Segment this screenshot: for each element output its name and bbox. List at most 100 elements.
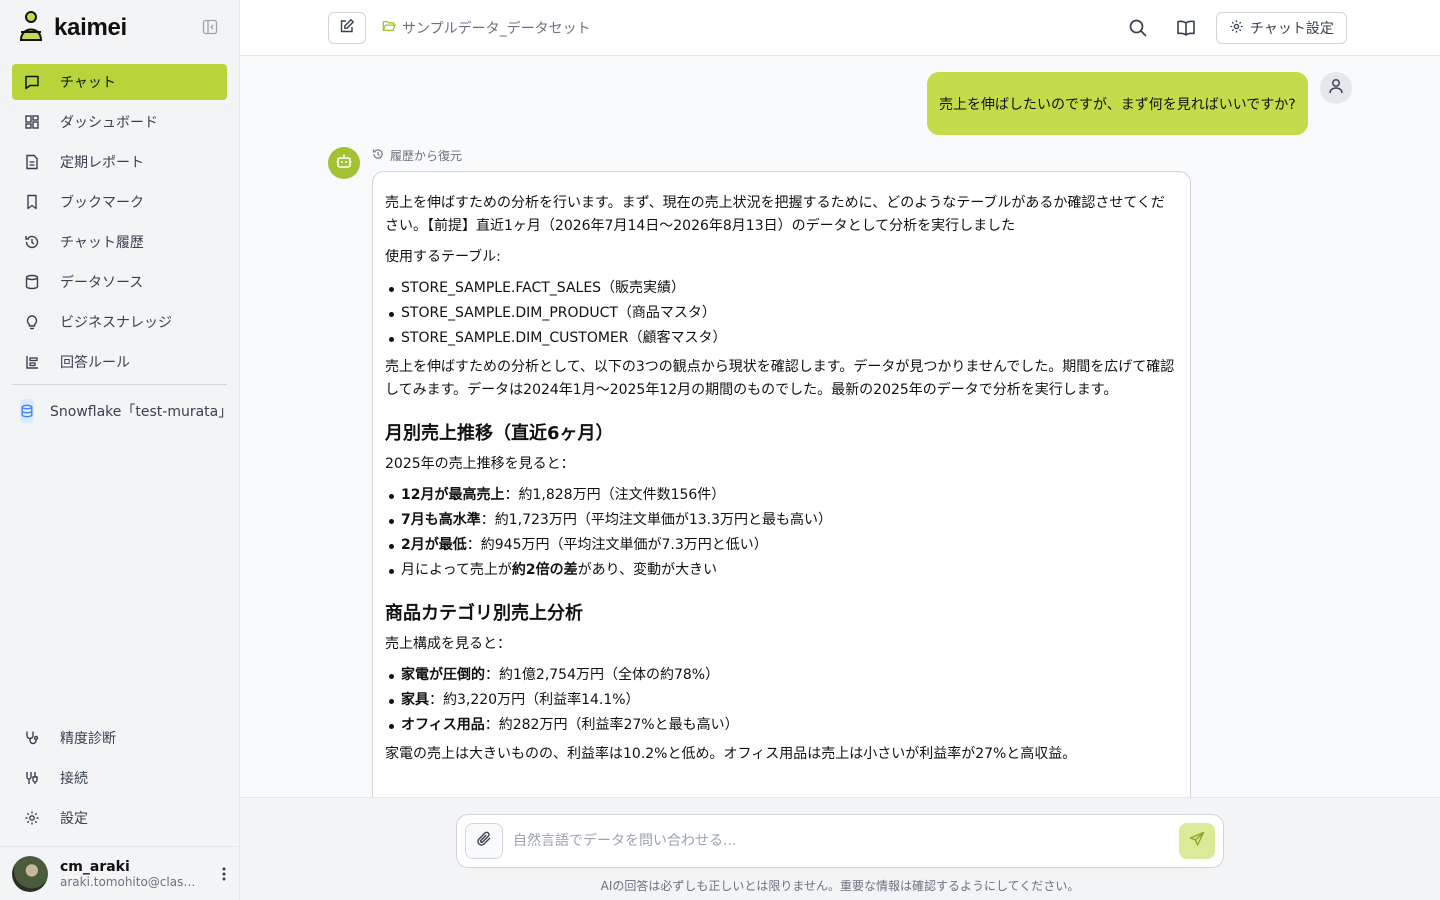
list-item-text: ：約1,828万円（注文件数156件） xyxy=(504,487,726,503)
lightbulb-icon xyxy=(24,314,40,330)
section-lead: 売上構成を見ると： xyxy=(385,636,511,652)
database-icon xyxy=(20,399,34,423)
chat-settings-button[interactable]: チャット設定 xyxy=(1216,12,1347,44)
avatar xyxy=(12,855,48,892)
emphasis: 約2倍の差 xyxy=(511,562,578,578)
list-item-text: ：約1億2,754万円（全体の約78%） xyxy=(485,667,720,683)
user-icon xyxy=(1327,77,1345,99)
datasource-label: Snowflake「test-murata」 xyxy=(50,404,227,420)
send-button[interactable] xyxy=(1179,823,1215,859)
user-profile[interactable]: cm_araki araki.tomohito@class... xyxy=(0,846,240,900)
gear-icon xyxy=(24,810,40,826)
attach-button[interactable] xyxy=(465,823,503,859)
sidebar-item-settings[interactable]: 設定 xyxy=(12,800,227,836)
edit-icon xyxy=(339,18,355,38)
section-heading: 商品カテゴリ別売上分析 xyxy=(385,603,583,624)
emphasis: 7月も高水準 xyxy=(401,512,481,528)
emphasis: 2月が最低 xyxy=(401,537,467,553)
sidebar-item-bookmark[interactable]: ブックマーク xyxy=(12,184,227,220)
sidebar-item-rules[interactable]: 回答ルール xyxy=(12,344,227,380)
sidebar-item-datasource[interactable]: データソース xyxy=(12,264,227,300)
more-options-icon[interactable] xyxy=(222,866,226,886)
sidebar-item-label: チャット履歴 xyxy=(60,235,144,251)
section-lead: 2025年の売上推移を見ると： xyxy=(385,456,575,472)
database-icon xyxy=(24,274,40,290)
list-item: 家電が圧倒的：約1億2,754万円（全体の約78%） xyxy=(389,664,1178,687)
send-icon xyxy=(1189,831,1205,851)
report-icon xyxy=(24,154,40,170)
main-area: サンプルデータ_データセット チャット設定 売上を伸ばしたいのですが、まず何を見… xyxy=(240,0,1440,900)
section-heading: 月別売上推移（直近6ヶ月） xyxy=(385,423,614,444)
chat-icon xyxy=(24,74,40,90)
user-message-text: 売上を伸ばしたいのですが、まず何を見ればいいですか? xyxy=(939,96,1296,113)
breadcrumb-label: サンプルデータ_データセット xyxy=(402,21,591,37)
list-item-text: 月によって売上が xyxy=(401,562,512,578)
sidebar-item-dashboard[interactable]: ダッシュボード xyxy=(12,104,227,140)
sidebar-item-label: ビジネスナレッジ xyxy=(60,315,172,331)
chat-thread[interactable]: 売上を伸ばしたいのですが、まず何を見ればいいですか? 履歴から復元 売上を伸ばす… xyxy=(240,56,1440,797)
sidebar-item-label: データソース xyxy=(60,275,144,291)
stethoscope-icon xyxy=(24,730,40,746)
disclaimer: AIの回答は必ずしも正しいとは限りません。重要な情報は確認するようにしてください… xyxy=(600,879,1080,893)
dashboard-icon xyxy=(24,114,40,130)
sidebar-item-knowledge[interactable]: ビジネスナレッジ xyxy=(12,304,227,340)
history-icon xyxy=(372,148,384,163)
gear-icon xyxy=(1229,19,1244,38)
sidebar-item-connection[interactable]: 接続 xyxy=(12,760,227,796)
tables-label: 使用するテーブル: xyxy=(385,249,501,265)
sidebar-item-label: 精度診断 xyxy=(60,731,116,747)
query-input[interactable] xyxy=(513,827,1163,855)
paperclip-icon xyxy=(476,831,492,851)
breadcrumb[interactable]: サンプルデータ_データセット xyxy=(382,18,591,38)
kaimei-logo-icon xyxy=(16,10,46,46)
sidebar-item-label: 接続 xyxy=(60,771,88,787)
list-item-text: ：約282万円（利益率27%と最も高い） xyxy=(484,717,739,733)
list-item: STORE_SAMPLE.FACT_SALES（販売実績） xyxy=(389,277,1178,300)
list-item: 2月が最低：約945万円（平均注文単価が7.3万円と低い） xyxy=(389,534,1178,557)
search-icon[interactable] xyxy=(1128,18,1148,42)
sidebar-divider xyxy=(12,384,227,385)
monthly-list: 12月が最高売上：約1,828万円（注文件数156件） 7月も高水準：約1,72… xyxy=(389,484,1178,582)
sidebar-item-history[interactable]: チャット履歴 xyxy=(12,224,227,260)
assistant-message: 売上を伸ばすための分析を行います。まず、現在の売上状況を把握するために、どのよう… xyxy=(372,171,1191,797)
sidebar-item-label: ブックマーク xyxy=(60,195,144,211)
sidebar-item-diagnosis[interactable]: 精度診断 xyxy=(12,720,227,756)
rules-icon xyxy=(24,354,40,370)
sidebar-nav: チャット ダッシュボード 定期レポート ブックマーク チャット履歴 データソース… xyxy=(0,56,239,427)
composer xyxy=(456,814,1224,868)
history-icon xyxy=(24,234,40,250)
topbar: サンプルデータ_データセット チャット設定 xyxy=(240,0,1440,56)
bot-avatar xyxy=(328,147,360,179)
sidebar-item-chat[interactable]: チャット xyxy=(12,64,227,100)
emphasis: 家電が圧倒的 xyxy=(401,667,485,683)
emphasis: オフィス用品 xyxy=(401,717,485,733)
list-item-text: ：約3,220万円（利益率14.1%） xyxy=(429,692,640,708)
sidebar-item-report[interactable]: 定期レポート xyxy=(12,144,227,180)
emphasis: 家具 xyxy=(401,692,429,708)
sidebar-item-label: チャット xyxy=(60,75,116,91)
sidebar-item-label: 設定 xyxy=(60,811,88,827)
user-name: cm_araki xyxy=(60,858,130,875)
folder-open-icon xyxy=(382,19,396,37)
list-item: STORE_SAMPLE.DIM_CUSTOMER（顧客マスタ） xyxy=(389,327,1178,350)
list-item: STORE_SAMPLE.DIM_PRODUCT（商品マスタ） xyxy=(389,302,1178,325)
robot-icon xyxy=(335,152,353,174)
list-item-text: ：約945万円（平均注文単価が7.3万円と低い） xyxy=(466,537,768,553)
list-item: 7月も高水準：約1,723万円（平均注文単価が13.3万円と最も高い） xyxy=(389,509,1178,532)
restored-label: 履歴から復元 xyxy=(372,147,462,164)
book-icon[interactable] xyxy=(1176,18,1196,42)
sidebar-collapse-icon[interactable] xyxy=(202,19,220,37)
category-list: 家電が圧倒的：約1億2,754万円（全体の約78%） 家具：約3,220万円（利… xyxy=(389,664,1178,737)
list-item-text: ：約1,723万円（平均注文単価が13.3万円と最も高い） xyxy=(480,512,832,528)
datasource-snowflake[interactable]: Snowflake「test-murata」 xyxy=(12,395,227,427)
intro-paragraph: 売上を伸ばすための分析を行います。まず、現在の売上状況を把握するために、どのよう… xyxy=(385,195,1165,234)
composer-area: AIの回答は必ずしも正しいとは限りません。重要な情報は確認するようにしてください… xyxy=(240,797,1440,900)
list-item: 12月が最高売上：約1,828万円（注文件数156件） xyxy=(389,484,1178,507)
sidebar: kaimei チャット ダッシュボード 定期レポート ブックマーク チャット履歴… xyxy=(0,0,240,900)
bookmark-icon xyxy=(24,194,40,210)
restored-text: 履歴から復元 xyxy=(390,149,463,163)
connection-icon xyxy=(24,770,40,786)
list-item-text: があり、変動が大きい xyxy=(577,562,718,578)
new-chat-button[interactable] xyxy=(328,12,366,44)
chat-settings-label: チャット設定 xyxy=(1250,21,1334,37)
